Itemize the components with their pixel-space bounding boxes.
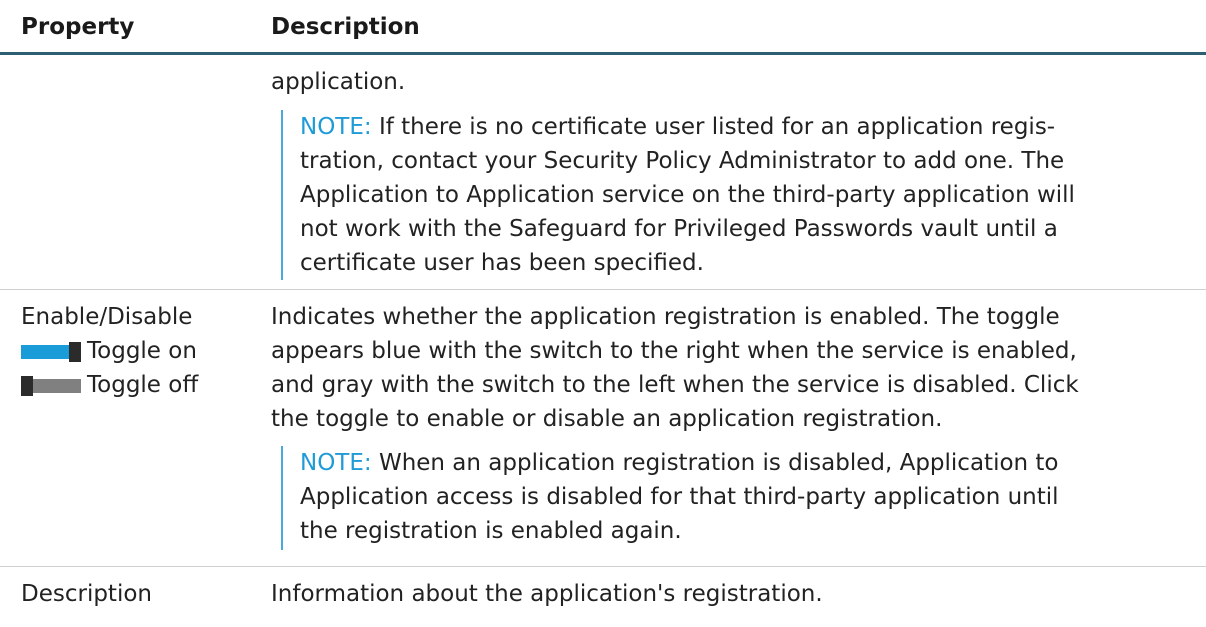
description-line: Indicates whether the application regist…	[271, 304, 1060, 330]
toggle-off-label: Toggle off	[87, 372, 199, 398]
note-line: Application access is disabled for that …	[300, 484, 1059, 510]
note-block: NOTE: If there is no certificate user li…	[281, 110, 1181, 280]
note-line: Application to Application service on th…	[300, 182, 1075, 208]
note-label: NOTE:	[300, 114, 372, 140]
table-row: application. NOTE: If there is no certif…	[0, 55, 1206, 290]
description-line: the toggle to enable or disable an appli…	[271, 406, 943, 432]
property-name: Description	[21, 581, 152, 607]
description-text: Indicates whether the application regist…	[271, 300, 1181, 436]
column-header-description: Description	[271, 14, 420, 40]
note-line: certificate user has been specified.	[300, 250, 704, 276]
note-line: tration, contact your Security Policy Ad…	[300, 148, 1065, 174]
note-line: the registration is enabled again.	[300, 518, 682, 544]
toggle-on-icon	[21, 342, 81, 362]
toggle-off-knob	[21, 376, 33, 396]
note-line: If there is no certificate user listed f…	[371, 114, 1056, 140]
toggle-on-track	[21, 345, 71, 359]
note-label: NOTE:	[300, 450, 372, 476]
toggle-on-label: Toggle on	[87, 338, 197, 364]
toggle-off-track	[31, 379, 81, 393]
table-header: Property Description	[0, 0, 1206, 55]
property-table: Property Description application. NOTE: …	[0, 0, 1206, 627]
table-row: Enable/Disable Toggle on Toggle off Indi…	[0, 290, 1206, 567]
toggle-off-icon	[21, 376, 81, 396]
column-header-property: Property	[21, 14, 135, 40]
note-line: When an application registration is disa…	[371, 450, 1059, 476]
description-text: Information about the application's regi…	[271, 581, 823, 607]
description-line: appears blue with the switch to the righ…	[271, 338, 1077, 364]
table-row: Description Information about the applic…	[0, 567, 1206, 627]
description-text: application.	[271, 69, 406, 95]
toggle-on-knob	[69, 342, 81, 362]
property-name: Enable/Disable	[21, 304, 193, 330]
description-line: and gray with the switch to the left whe…	[271, 372, 1079, 398]
note-line: not work with the Safeguard for Privileg…	[300, 216, 1058, 242]
note-block: NOTE: When an application registration i…	[281, 446, 1181, 550]
